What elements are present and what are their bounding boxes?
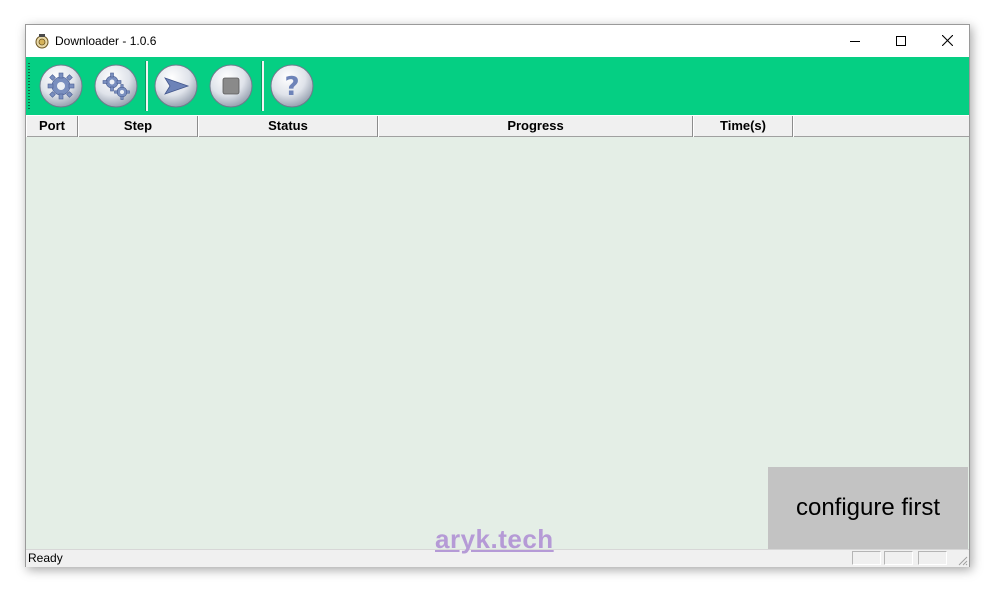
minimize-icon bbox=[850, 40, 860, 42]
column-header-port[interactable]: Port bbox=[26, 116, 78, 137]
status-text: Ready bbox=[28, 551, 63, 565]
svg-text:?: ? bbox=[284, 72, 299, 102]
column-header-empty[interactable] bbox=[793, 116, 969, 137]
close-icon bbox=[941, 35, 953, 46]
toolbar: ? bbox=[26, 57, 969, 115]
title-bar[interactable]: Downloader - 1.0.6 bbox=[26, 25, 969, 56]
help-icon[interactable]: ? bbox=[269, 63, 315, 109]
column-header-status[interactable]: Status bbox=[198, 116, 378, 137]
app-window: Downloader - 1.0.6 ? Port Step Status Pr… bbox=[25, 24, 970, 567]
status-pane bbox=[918, 551, 947, 565]
stop-icon[interactable] bbox=[208, 63, 254, 109]
toolbar-grip[interactable] bbox=[28, 63, 30, 109]
start-icon[interactable] bbox=[153, 63, 199, 109]
close-button[interactable] bbox=[924, 25, 970, 56]
window-title: Downloader - 1.0.6 bbox=[55, 34, 157, 48]
column-header-time[interactable]: Time(s) bbox=[693, 116, 793, 137]
table-header: Port Step Status Progress Time(s) bbox=[26, 115, 969, 137]
app-icon bbox=[35, 34, 49, 49]
column-header-progress[interactable]: Progress bbox=[378, 116, 693, 137]
settings-icon[interactable] bbox=[38, 63, 84, 109]
toolbar-separator bbox=[261, 61, 264, 111]
advanced-settings-icon[interactable] bbox=[93, 63, 139, 109]
status-pane bbox=[884, 551, 913, 565]
configure-first-message: configure first bbox=[768, 467, 968, 549]
resize-grip-icon[interactable] bbox=[956, 554, 968, 566]
maximize-button[interactable] bbox=[878, 25, 924, 56]
maximize-icon bbox=[896, 35, 906, 46]
column-header-step[interactable]: Step bbox=[78, 116, 198, 137]
port-list[interactable]: Port Step Status Progress Time(s) config… bbox=[26, 115, 969, 549]
status-pane bbox=[852, 551, 881, 565]
watermark: aryk.tech bbox=[435, 524, 554, 554]
minimize-button[interactable] bbox=[832, 25, 878, 56]
toolbar-separator bbox=[145, 61, 148, 111]
